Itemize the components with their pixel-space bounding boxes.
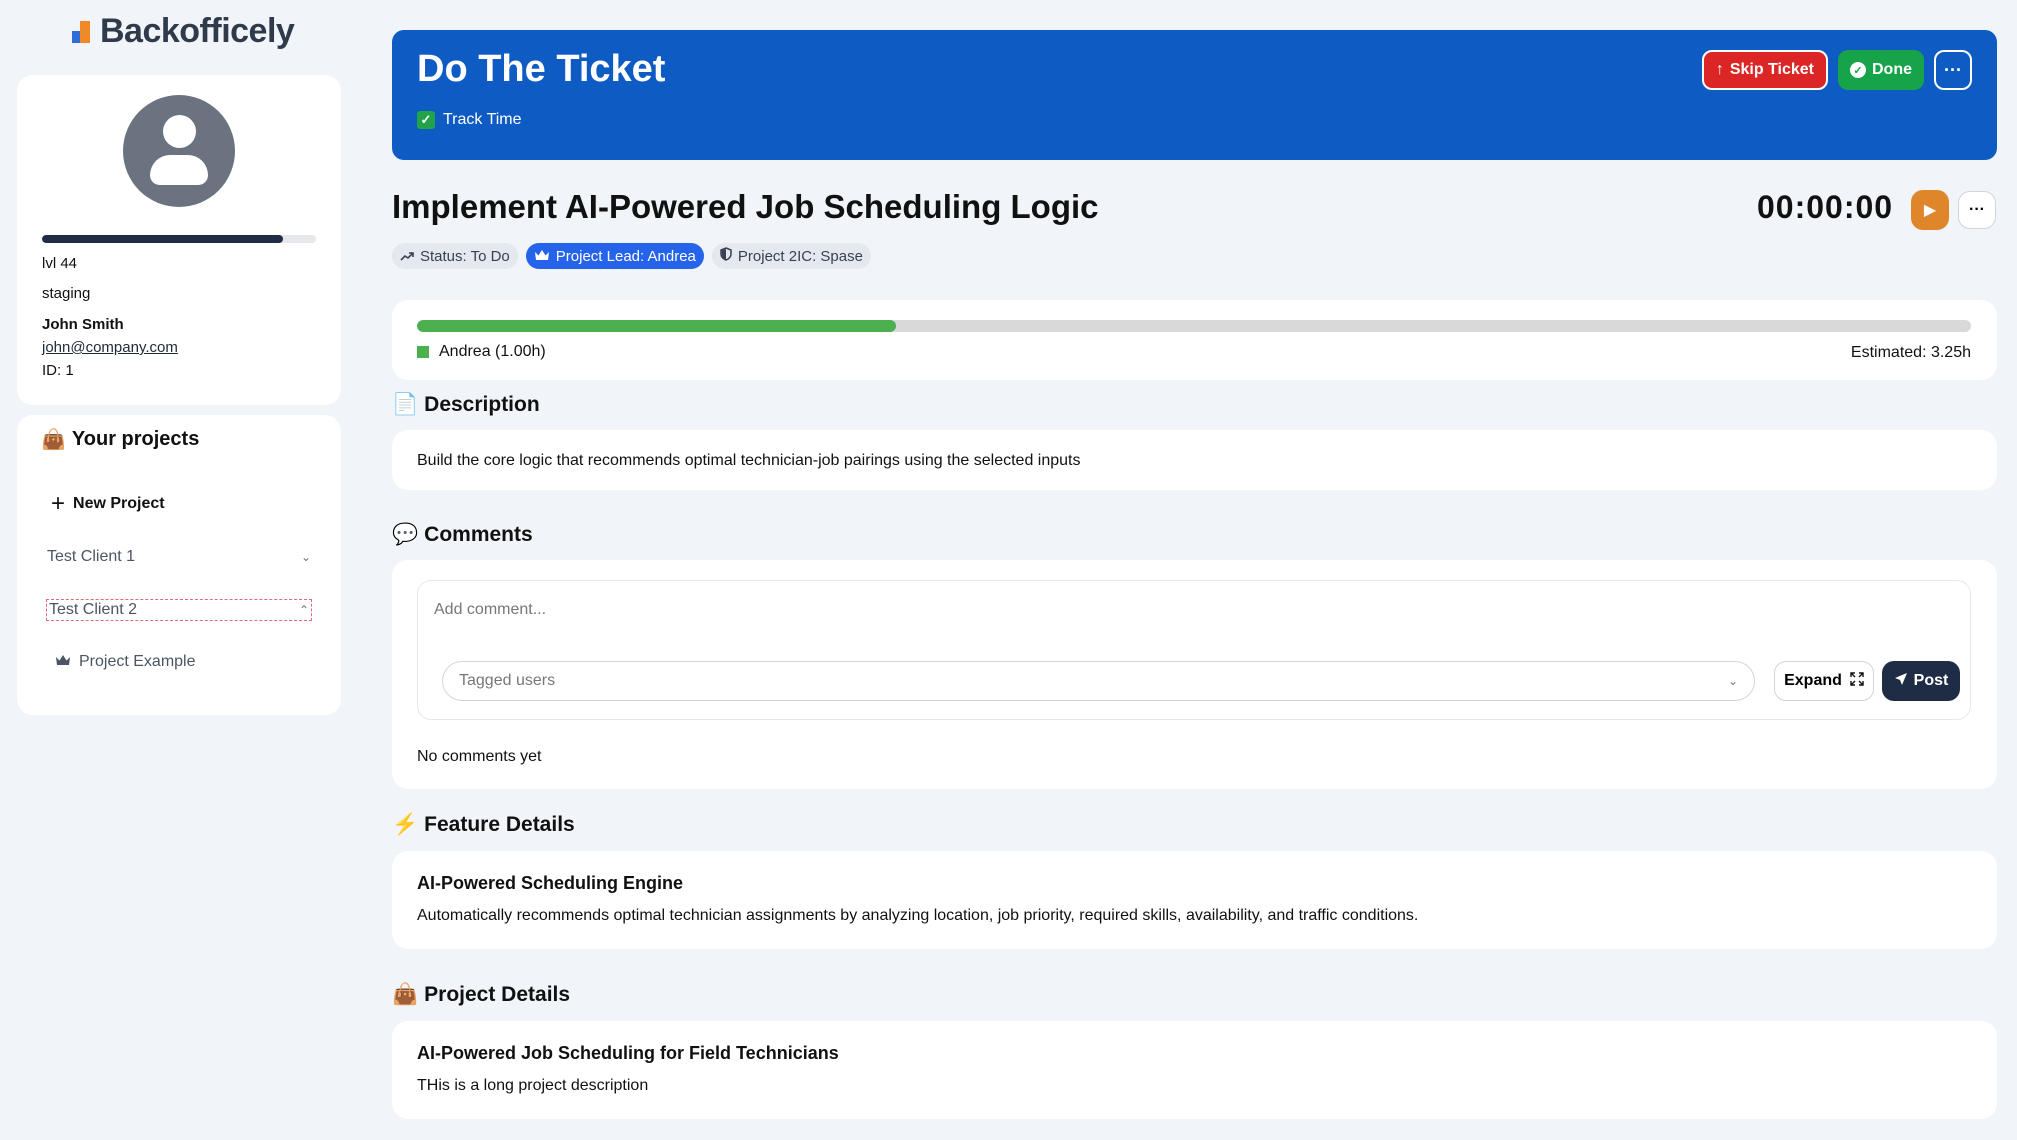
level-progress-fill (42, 235, 284, 243)
play-icon: ▶ (1923, 202, 1937, 219)
done-button[interactable]: ✓ Done (1838, 50, 1924, 90)
lightning-icon: ⚡ (392, 813, 419, 836)
briefcase-icon: 👜 (392, 983, 419, 1006)
project-details-text: THis is a long project description (417, 1077, 649, 1094)
expand-icon (1850, 671, 1864, 691)
logo-mark-icon (72, 19, 98, 45)
user-icon (163, 115, 196, 148)
description-heading-text: Description (424, 393, 540, 416)
status-text: Status: To Do (420, 247, 510, 265)
project-lead-badge: Project Lead: Andrea (525, 243, 704, 269)
banner-more-button[interactable]: ··· (1934, 50, 1972, 90)
level-progress-bar (42, 235, 316, 243)
expand-button[interactable]: Expand (1774, 661, 1874, 701)
feature-heading-text: Feature Details (424, 813, 575, 836)
ellipsis-icon: ··· (1944, 59, 1962, 80)
skip-ticket-label: Skip Ticket (1729, 61, 1814, 78)
check-circle-icon: ✓ (1850, 62, 1866, 78)
speech-bubble-icon: 💬 (392, 523, 419, 546)
projects-title-text: Your projects (71, 428, 200, 450)
sidebar-item-project-example[interactable]: Project Example (55, 653, 196, 671)
arrow-up-icon: ↑ (1715, 61, 1724, 78)
tagged-users-placeholder: Tagged users (459, 672, 556, 689)
no-comments-text: No comments yet (417, 748, 542, 765)
profile-name: John Smith (42, 316, 124, 333)
checkbox-checked-icon[interactable]: ✓ (417, 111, 435, 129)
time-progress-bar (417, 320, 1971, 332)
briefcase-icon: 👜 (41, 429, 66, 451)
track-time-toggle[interactable]: ✓ Track Time (417, 111, 522, 129)
status-badge: Status: To Do (392, 243, 518, 269)
client-label: Test Client 2 (49, 601, 138, 618)
play-timer-button[interactable]: ▶ (1911, 190, 1949, 230)
chevron-up-icon: ⌃ (298, 603, 309, 617)
profile-environment: staging (42, 285, 91, 302)
legend-label: Andrea (1.00h) (439, 343, 546, 360)
comments-heading-text: Comments (424, 523, 533, 546)
page-title: Do The Ticket (417, 48, 666, 90)
feature-title: AI-Powered Scheduling Engine (417, 873, 684, 893)
project-details-title: AI-Powered Job Scheduling for Field Tech… (417, 1043, 839, 1063)
new-project-button[interactable]: + New Project (51, 492, 165, 516)
project-label: Project Example (79, 653, 196, 670)
project-details-heading: 👜 Project Details (392, 983, 570, 1007)
project-2ic-text: Project 2IC: Spase (737, 247, 863, 265)
plus-icon: + (51, 490, 66, 517)
chevron-down-icon: ⌄ (300, 550, 311, 564)
profile-email-link[interactable]: john@company.com (42, 339, 178, 356)
brand-name: Backofficely (100, 12, 295, 50)
profile-card: lvl 44 staging John Smith john@company.c… (17, 75, 341, 405)
comment-input[interactable] (434, 597, 1834, 623)
ticket-title: Implement AI-Powered Job Scheduling Logi… (392, 188, 1099, 225)
time-progress-card: Andrea (1.00h) Estimated: 3.25h (392, 300, 1997, 380)
feature-card: AI-Powered Scheduling Engine Automatical… (392, 851, 1997, 949)
comments-heading: 💬 Comments (392, 523, 533, 547)
track-time-label: Track Time (443, 111, 522, 128)
projects-card: 👜 Your projects + New Project Test Clien… (17, 415, 341, 715)
expand-label: Expand (1784, 672, 1842, 689)
send-icon (1894, 672, 1908, 691)
description-heading: 📄 Description (392, 393, 540, 417)
document-icon: 📄 (392, 393, 419, 416)
comment-composer: Tagged users ⌄ Expand Post (417, 580, 1971, 720)
brand-logo[interactable]: Backofficely (72, 12, 295, 51)
profile-level: lvl 44 (42, 255, 78, 272)
post-label: Post (1913, 672, 1949, 689)
chevron-down-icon: ⌄ (1727, 674, 1738, 688)
estimated-time: Estimated: 3.25h (1850, 344, 1971, 361)
trend-up-icon (400, 248, 414, 265)
done-label: Done (1872, 61, 1912, 78)
ticket-more-button[interactable]: ··· (1958, 191, 1996, 229)
tagged-users-select[interactable]: Tagged users ⌄ (442, 661, 1755, 701)
crown-icon (534, 248, 550, 265)
ellipsis-icon: ··· (1969, 201, 1985, 218)
post-comment-button[interactable]: Post (1882, 661, 1960, 701)
skip-ticket-button[interactable]: ↑ Skip Ticket (1701, 50, 1828, 90)
description-card: Build the core logic that recommends opt… (392, 430, 1997, 490)
sidebar-item-client-2[interactable]: Test Client 2 ⌃ (46, 599, 312, 621)
time-legend: Andrea (1.00h) (417, 343, 546, 361)
project-2ic-badge: Project 2IC: Spase (711, 243, 871, 269)
shield-icon (720, 247, 732, 265)
comments-card: Tagged users ⌄ Expand Post No comments y… (392, 560, 1997, 789)
feature-text: Automatically recommends optimal technic… (417, 907, 1419, 924)
project-details-card: AI-Powered Job Scheduling for Field Tech… (392, 1021, 1997, 1119)
ticket-banner: Do The Ticket ✓ Track Time ↑ Skip Ticket… (392, 30, 1997, 160)
profile-id: ID: 1 (42, 362, 74, 379)
avatar (123, 95, 235, 207)
sidebar-item-client-1[interactable]: Test Client 1 ⌄ (47, 547, 311, 567)
project-lead-text: Project Lead: Andrea (555, 247, 696, 265)
feature-heading: ⚡ Feature Details (392, 813, 575, 837)
description-text: Build the core logic that recommends opt… (417, 452, 1081, 469)
new-project-label: New Project (73, 495, 165, 512)
ticket-meta-pills: Status: To Do Project Lead: Andrea Proje… (392, 243, 871, 269)
timer-display: 00:00:00 (1757, 189, 1894, 225)
project-details-heading-text: Project Details (424, 983, 571, 1006)
time-progress-fill (417, 320, 896, 332)
projects-heading: 👜 Your projects (41, 427, 199, 452)
crown-icon (55, 653, 71, 671)
client-label: Test Client 1 (47, 548, 136, 565)
legend-swatch (417, 346, 429, 358)
